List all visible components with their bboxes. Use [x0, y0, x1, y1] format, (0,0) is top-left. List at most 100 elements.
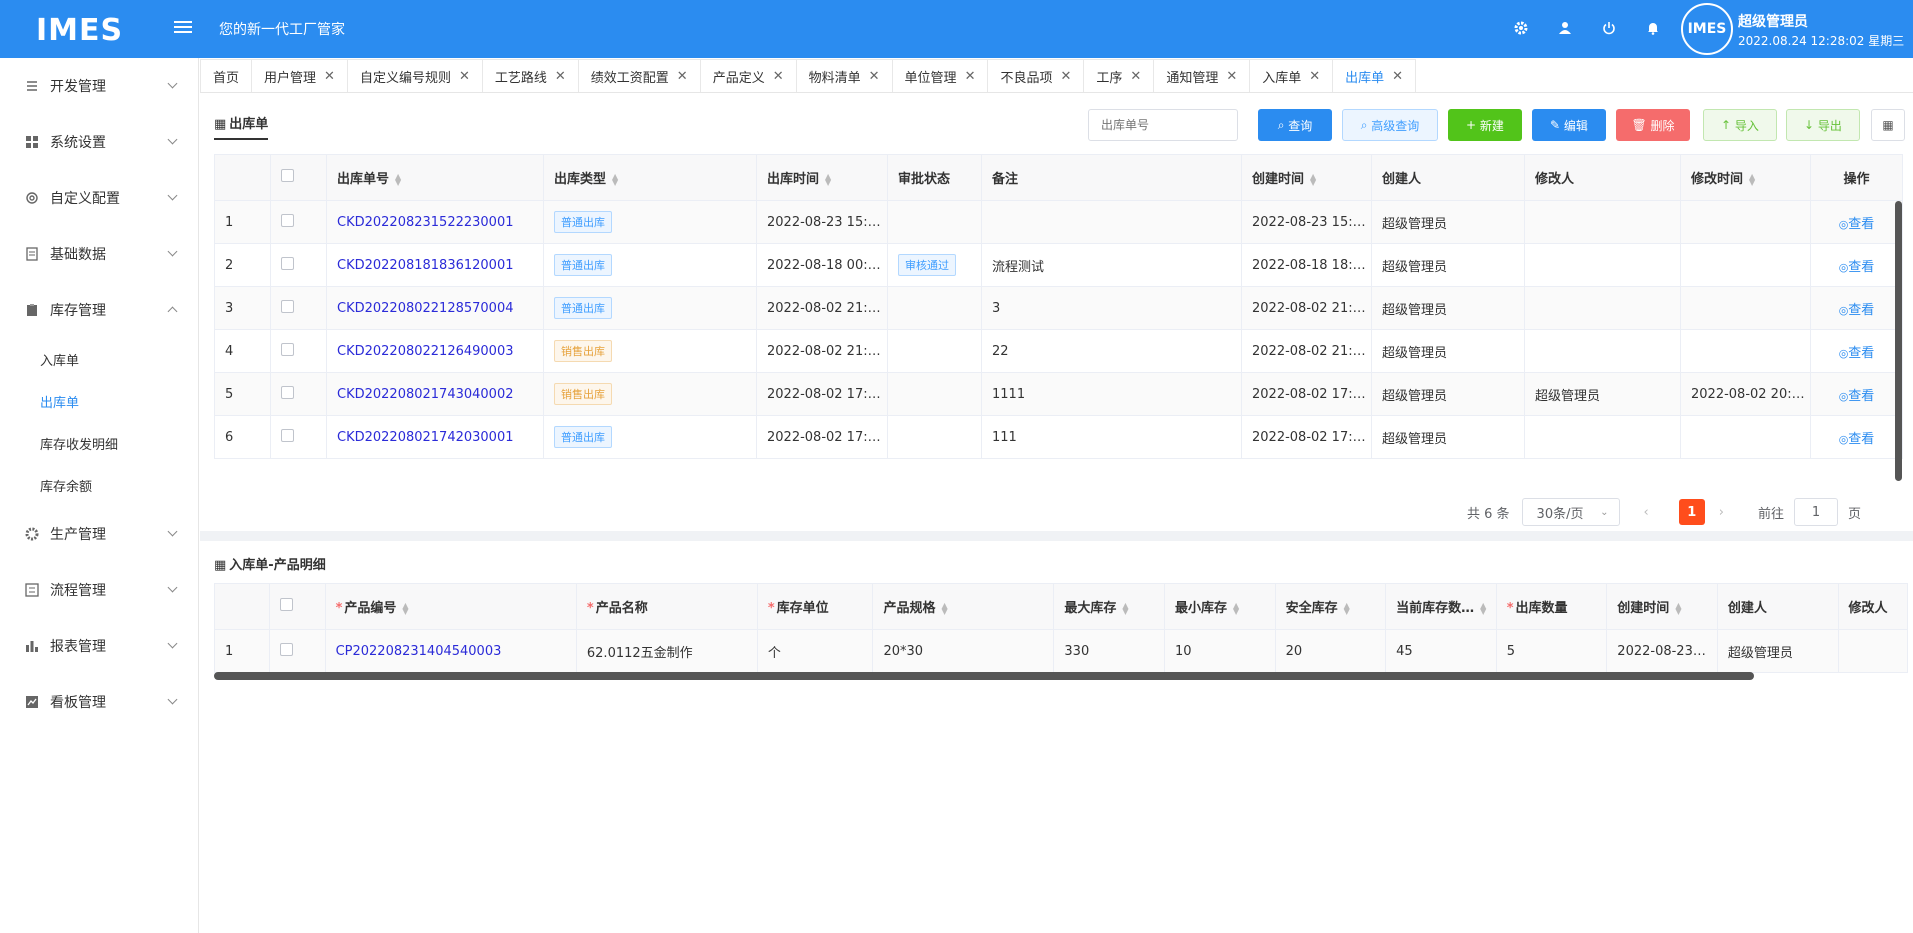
select-all-checkbox[interactable]	[280, 598, 294, 611]
import-button[interactable]: ↑ 导入	[1703, 109, 1777, 141]
col-header[interactable]: 修改人	[1838, 583, 1909, 630]
outbound-code-link[interactable]: CKD202208022128570004	[337, 301, 514, 316]
sidebar-sub-outbound[interactable]: 出库单	[0, 380, 198, 422]
outbound-code-link[interactable]: CKD202208181836120001	[337, 258, 514, 273]
col-header[interactable]: 修改时间 ▲ ▼	[1680, 154, 1811, 201]
next-page-icon[interactable]: ›	[1719, 505, 1724, 520]
tab-performance-pay[interactable]: 绩效工资配置 ✕	[577, 59, 701, 92]
table-row[interactable]: 5 CKD202208021743040002 销售出库 2022-08-02 17:…	[214, 372, 1903, 416]
table-row[interactable]: 1 CKD202208231522230001 普通出库 2022-08-23 15:…	[214, 200, 1903, 244]
col-header[interactable]: * 出库数量	[1496, 583, 1608, 630]
sidebar-item-production[interactable]: 生产管理	[0, 506, 198, 562]
row-action[interactable]: ◎查看	[1810, 329, 1903, 373]
search-input[interactable]	[1088, 109, 1238, 141]
close-icon[interactable]: ✕	[555, 69, 566, 84]
row-action[interactable]: ◎查看	[1810, 415, 1903, 459]
col-header[interactable]: 创建时间 ▲ ▼	[1241, 154, 1372, 201]
close-icon[interactable]: ✕	[677, 69, 688, 84]
row-action[interactable]: ◎查看	[1810, 286, 1903, 330]
col-header[interactable]: 出库时间 ▲ ▼	[756, 154, 888, 201]
col-header[interactable]: 创建时间 ▲ ▼	[1606, 583, 1718, 630]
sidebar-item-system[interactable]: 系统设置	[0, 114, 198, 170]
sidebar-item-dev[interactable]: 开发管理	[0, 58, 198, 114]
outbound-code[interactable]: CKD202208231522230001	[326, 200, 544, 244]
settings-icon[interactable]	[1511, 18, 1531, 38]
col-header[interactable]: 产品规格 ▲ ▼	[872, 583, 1055, 630]
col-header[interactable]: 创建人	[1717, 583, 1839, 630]
outbound-code[interactable]: CKD202208181836120001	[326, 243, 544, 287]
view-link[interactable]: 查看	[1848, 303, 1874, 318]
col-header[interactable]: * 产品编号 ▲ ▼	[325, 583, 577, 630]
tab-defect-items[interactable]: 不良品项 ✕	[987, 59, 1085, 92]
outbound-code[interactable]: CKD202208022128570004	[326, 286, 544, 330]
outbound-code-link[interactable]: CKD202208231522230001	[337, 215, 514, 230]
sort-icon[interactable]: ▲ ▼	[1344, 601, 1350, 615]
sidebar-sub-stock-detail[interactable]: 库存收发明细	[0, 422, 198, 464]
sidebar-item-custom-config[interactable]: 自定义配置	[0, 170, 198, 226]
outbound-code-link[interactable]: CKD202208021742030001	[337, 430, 514, 445]
avatar[interactable]: IMES	[1681, 3, 1733, 55]
horizontal-scrollbar[interactable]	[214, 672, 1754, 680]
select-all-checkbox[interactable]	[281, 169, 294, 182]
table-row[interactable]: 3 CKD202208022128570004 普通出库 2022-08-02 21:…	[214, 286, 1903, 330]
close-icon[interactable]: ✕	[1309, 69, 1320, 84]
row-checkbox[interactable]	[281, 342, 294, 356]
edit-button[interactable]: ✎ 编辑	[1532, 109, 1606, 141]
view-link[interactable]: 查看	[1848, 217, 1874, 232]
row-action[interactable]: ◎查看	[1810, 243, 1903, 287]
power-icon[interactable]	[1599, 18, 1619, 38]
col-header[interactable]: 最小库存 ▲ ▼	[1164, 583, 1276, 630]
close-icon[interactable]: ✕	[1392, 69, 1403, 84]
table-row[interactable]: 1 CP202208231404540003 62.0112五金制作 个 20*30 33…	[214, 629, 1909, 673]
query-button[interactable]: ⌕ 查询	[1258, 109, 1332, 141]
sidebar-sub-stock-balance[interactable]: 库存余额	[0, 464, 198, 506]
view-link[interactable]: 查看	[1848, 389, 1874, 404]
col-header[interactable]: * 库存单位	[757, 583, 874, 630]
tab-custom-code-rule[interactable]: 自定义编号规则 ✕	[346, 59, 483, 92]
col-header[interactable]: 安全库存 ▲ ▼	[1275, 583, 1387, 630]
advanced-query-button[interactable]: ⌕ 高级查询	[1342, 109, 1438, 141]
col-header[interactable]: 出库单号 ▲ ▼	[326, 154, 544, 201]
outbound-code[interactable]: CKD202208021743040002	[326, 372, 544, 416]
table-row[interactable]: 4 CKD202208022126490003 销售出库 2022-08-02 21:…	[214, 329, 1903, 373]
close-icon[interactable]: ✕	[459, 69, 470, 84]
col-header[interactable]: 当前库存数… ▲ ▼	[1385, 583, 1497, 630]
menu-toggle-icon[interactable]	[174, 18, 192, 36]
sort-icon[interactable]: ▲ ▼	[402, 601, 408, 615]
sidebar-item-flow[interactable]: 流程管理	[0, 562, 198, 618]
row-checkbox[interactable]	[281, 213, 294, 227]
col-header[interactable]: 出库类型 ▲ ▼	[543, 154, 757, 201]
view-link[interactable]: 查看	[1848, 346, 1874, 361]
sidebar-item-reports[interactable]: 报表管理	[0, 618, 198, 674]
row-action[interactable]: ◎查看	[1810, 372, 1903, 416]
tab-notifications[interactable]: 通知管理 ✕	[1153, 59, 1251, 92]
row-checkbox[interactable]	[281, 299, 294, 313]
product-code-link[interactable]: CP202208231404540003	[336, 644, 502, 659]
outbound-code-link[interactable]: CKD202208021743040002	[337, 387, 514, 402]
tab-product-definition[interactable]: 产品定义 ✕	[699, 59, 797, 92]
tab-home[interactable]: 首页	[200, 59, 253, 92]
row-action[interactable]: ◎查看	[1810, 200, 1903, 244]
sort-icon[interactable]: ▲ ▼	[1480, 601, 1486, 615]
close-icon[interactable]: ✕	[1130, 69, 1141, 84]
close-icon[interactable]: ✕	[773, 69, 784, 84]
export-button[interactable]: ↓ 导出	[1786, 109, 1860, 141]
bell-icon[interactable]	[1643, 18, 1663, 38]
tab-routing[interactable]: 工艺路线 ✕	[481, 59, 579, 92]
close-icon[interactable]: ✕	[1060, 69, 1071, 84]
sort-icon[interactable]: ▲ ▼	[1675, 601, 1681, 615]
user-icon[interactable]	[1555, 18, 1575, 38]
sidebar-sub-inbound[interactable]: 入库单	[0, 338, 198, 380]
tab-user-management[interactable]: 用户管理 ✕	[251, 59, 348, 92]
view-link[interactable]: 查看	[1848, 260, 1874, 275]
sort-icon[interactable]: ▲ ▼	[941, 601, 947, 615]
tab-inbound[interactable]: 入库单 ✕	[1249, 59, 1334, 92]
table-row[interactable]: 2 CKD202208181836120001 普通出库 2022-08-18 00:…	[214, 243, 1903, 287]
sidebar-item-base-data[interactable]: 基础数据	[0, 226, 198, 282]
product-code[interactable]: CP202208231404540003	[325, 629, 577, 673]
outbound-code[interactable]: CKD202208022126490003	[326, 329, 544, 373]
row-checkbox[interactable]	[281, 428, 294, 442]
outbound-code-link[interactable]: CKD202208022126490003	[337, 344, 514, 359]
vertical-scrollbar[interactable]	[1895, 201, 1902, 481]
delete-button[interactable]: 🗑 删除	[1616, 109, 1690, 141]
